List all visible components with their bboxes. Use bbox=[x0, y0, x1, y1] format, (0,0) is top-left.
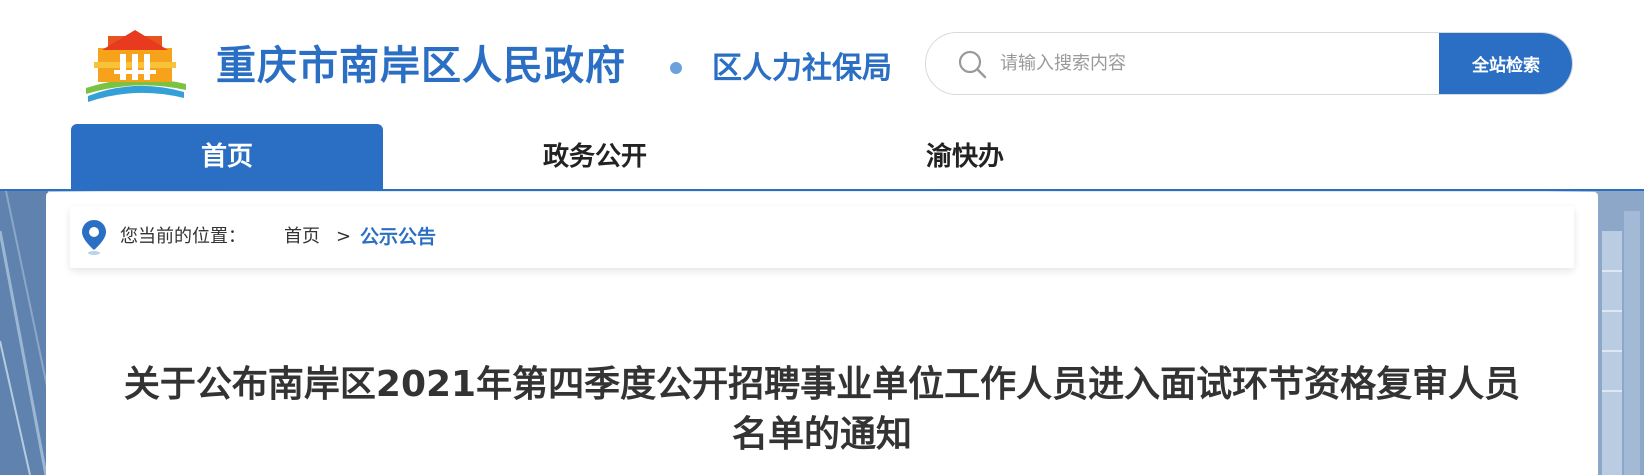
location-pin-icon bbox=[82, 220, 106, 255]
nav-item-home[interactable]: 首页 bbox=[71, 124, 383, 190]
article-title: 关于公布南岸区2021年第四季度公开招聘事业单位工作人员进入面试环节资格复审人员… bbox=[123, 364, 1521, 455]
search-icon bbox=[958, 50, 987, 79]
breadcrumb-home-link[interactable]: 首页 bbox=[284, 224, 320, 250]
nav-item-gov-affairs[interactable]: 政务公开 bbox=[500, 124, 690, 190]
department-title[interactable]: 区人力社保局 bbox=[712, 48, 892, 90]
site-header: 重庆市南岸区人民政府 区人力社保局 全站检索 首页 政务公开 渝快办 bbox=[0, 0, 1644, 190]
nav-item-yukuaiban[interactable]: 渝快办 bbox=[880, 124, 1050, 190]
search-input[interactable] bbox=[1000, 33, 1360, 94]
tiananmen-logo-icon[interactable] bbox=[80, 22, 190, 102]
main-nav: 首页 政务公开 渝快办 bbox=[0, 124, 1644, 190]
breadcrumb-current[interactable]: 公示公告 bbox=[360, 224, 436, 250]
site-title[interactable]: 重庆市南岸区人民政府 bbox=[216, 38, 626, 94]
city-skyline-right bbox=[1596, 191, 1644, 475]
content-panel: 您当前的位置： 首页 > 公示公告 关于公布南岸区2021年第四季度公开招聘事业… bbox=[46, 192, 1598, 475]
title-separator-dot bbox=[670, 62, 682, 74]
city-skyline-left bbox=[0, 191, 48, 475]
site-search-button[interactable]: 全站检索 bbox=[1439, 33, 1572, 94]
breadcrumb-label: 您当前的位置： bbox=[120, 226, 246, 247]
breadcrumb: 您当前的位置： 首页 > 公示公告 bbox=[70, 206, 1574, 268]
search-box: 全站检索 bbox=[925, 32, 1573, 95]
breadcrumb-separator: > bbox=[336, 226, 352, 247]
